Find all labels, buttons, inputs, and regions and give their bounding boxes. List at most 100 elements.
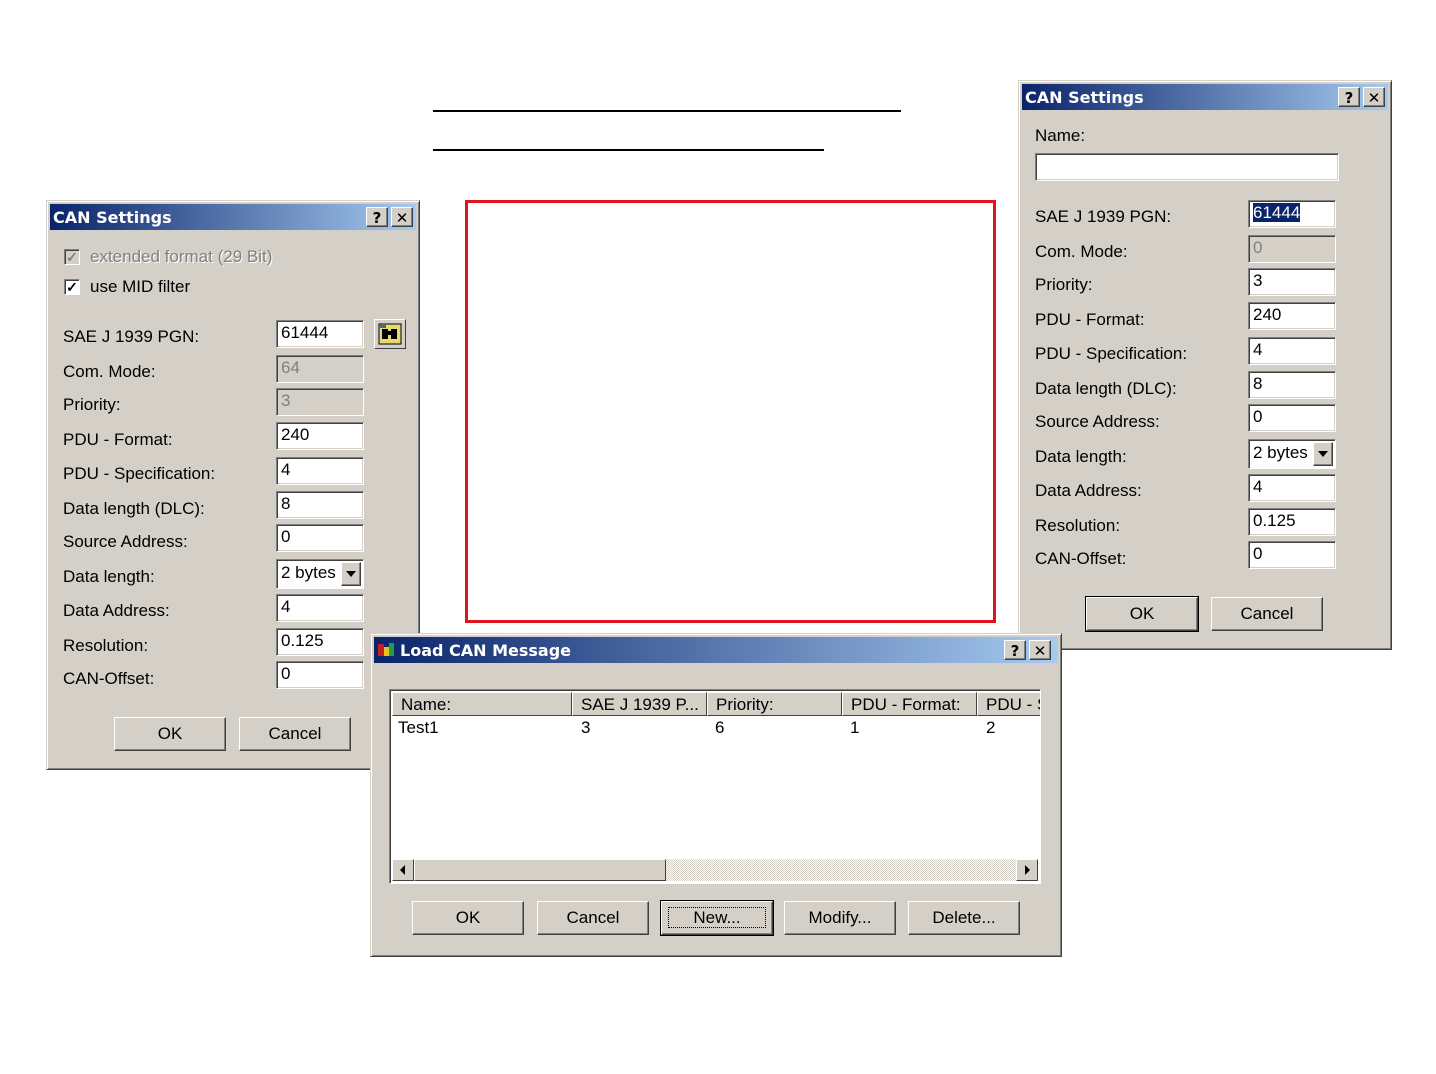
binoculars-icon xyxy=(378,323,402,345)
row-pdu-format-cell: 1 xyxy=(850,718,860,737)
pdu-specification-field[interactable]: 4 xyxy=(1248,337,1336,365)
pgn-field[interactable]: 61444 xyxy=(276,320,364,348)
priority-field[interactable]: 3 xyxy=(1248,268,1336,296)
pdu-format-field[interactable]: 240 xyxy=(276,422,364,450)
cancel-button[interactable]: Cancel xyxy=(537,901,649,935)
row-priority-cell: 6 xyxy=(715,718,725,737)
scroll-right-button[interactable] xyxy=(1016,859,1038,881)
pdu-specification-label: PDU - Specification: xyxy=(1035,344,1188,363)
arrow-right-icon xyxy=(1025,865,1030,875)
source-address-label: Source Address: xyxy=(1035,412,1160,431)
delete-button[interactable]: Delete... xyxy=(908,901,1020,935)
dialog-title: CAN Settings xyxy=(53,208,172,227)
chevron-down-icon[interactable] xyxy=(1313,442,1333,466)
load-can-message-dialog: Load CAN Message ? ✕ Name: SAE J 1939 P.… xyxy=(370,633,1062,957)
pgn-label: SAE J 1939 PGN: xyxy=(1035,207,1172,226)
data-length-label: Data length: xyxy=(63,567,155,586)
dialog-title: Load CAN Message xyxy=(400,641,572,660)
can-offset-label: CAN-Offset: xyxy=(1035,549,1127,568)
dialog-title: CAN Settings xyxy=(1025,88,1144,107)
can-offset-label: CAN-Offset: xyxy=(63,669,155,688)
column-header-priority[interactable]: Priority: xyxy=(707,692,842,716)
chevron-down-icon[interactable] xyxy=(341,562,361,586)
name-field[interactable] xyxy=(1035,153,1339,181)
pdu-format-field[interactable]: 240 xyxy=(1248,302,1336,330)
extended-format-checkbox[interactable]: ✓ xyxy=(64,249,80,265)
pdu-format-label: PDU - Format: xyxy=(63,430,173,449)
mid-filter-label: use MID filter xyxy=(90,277,191,296)
ok-button[interactable]: OK xyxy=(1085,596,1199,632)
row-pgn-cell: 3 xyxy=(581,718,591,737)
new-button-label: New... xyxy=(668,907,766,928)
extended-format-label: extended format (29 Bit) xyxy=(90,247,273,266)
header-rule-1 xyxy=(433,110,901,112)
resolution-label: Resolution: xyxy=(63,636,149,655)
horizontal-scrollbar[interactable] xyxy=(392,859,1038,881)
can-offset-field[interactable]: 0 xyxy=(1248,541,1336,569)
source-address-field[interactable]: 0 xyxy=(276,524,364,552)
row-name-cell: Test1 xyxy=(398,718,439,737)
com-mode-label: Com. Mode: xyxy=(1035,242,1128,261)
data-address-field[interactable]: 4 xyxy=(1248,474,1336,502)
data-length-label: Data length: xyxy=(1035,447,1127,466)
column-header-name[interactable]: Name: xyxy=(392,692,572,716)
data-address-label: Data Address: xyxy=(63,601,170,620)
source-address-label: Source Address: xyxy=(63,532,188,551)
title-bar: CAN Settings ? ✕ xyxy=(50,204,416,230)
name-label: Name: xyxy=(1035,126,1086,145)
arrow-left-icon xyxy=(400,865,405,875)
resolution-label: Resolution: xyxy=(1035,516,1121,535)
priority-label: Priority: xyxy=(1035,275,1093,294)
mid-filter-checkbox[interactable]: ✓ xyxy=(64,279,80,295)
pdu-specification-field[interactable]: 4 xyxy=(276,457,364,485)
help-button[interactable]: ? xyxy=(1004,640,1026,660)
help-button[interactable]: ? xyxy=(1338,87,1360,107)
pdu-format-label: PDU - Format: xyxy=(1035,310,1145,329)
pdu-specification-label: PDU - Specification: xyxy=(63,464,216,483)
dlc-field[interactable]: 8 xyxy=(276,491,364,519)
scroll-thumb[interactable] xyxy=(414,859,666,881)
cancel-button[interactable]: Cancel xyxy=(1211,597,1323,631)
data-address-field[interactable]: 4 xyxy=(276,594,364,622)
pgn-value-selected: 61444 xyxy=(1253,203,1301,222)
help-button[interactable]: ? xyxy=(366,207,388,227)
dlc-field[interactable]: 8 xyxy=(1248,371,1336,399)
pgn-label: SAE J 1939 PGN: xyxy=(63,327,200,346)
red-frame xyxy=(465,200,996,623)
close-button[interactable]: ✕ xyxy=(1029,640,1051,660)
scroll-left-button[interactable] xyxy=(392,859,414,881)
modify-button[interactable]: Modify... xyxy=(784,901,896,935)
source-address-field[interactable]: 0 xyxy=(1248,404,1336,432)
close-button[interactable]: ✕ xyxy=(391,207,413,227)
column-header-pdu-format[interactable]: PDU - Format: xyxy=(842,692,977,716)
ok-button[interactable]: OK xyxy=(114,717,226,751)
resolution-field[interactable]: 0.125 xyxy=(1248,508,1336,536)
column-header-pdu-spec[interactable]: PDU - S xyxy=(977,692,1040,716)
ok-button[interactable]: OK xyxy=(412,901,524,935)
column-header-pgn[interactable]: SAE J 1939 P... xyxy=(572,692,707,716)
can-settings-dialog-right: CAN Settings ? ✕ Name: SAE J 1939 PGN: 6… xyxy=(1018,80,1392,650)
pgn-lookup-button[interactable] xyxy=(374,319,406,349)
com-mode-field: 0 xyxy=(1248,235,1336,263)
com-mode-label: Com. Mode: xyxy=(63,362,156,381)
row-pdu-spec-cell: 2 xyxy=(986,718,996,737)
can-offset-field[interactable]: 0 xyxy=(276,661,364,689)
header-rule-2 xyxy=(433,149,824,151)
data-length-select[interactable]: 2 bytes xyxy=(276,559,364,589)
data-length-value: 2 bytes xyxy=(281,563,336,582)
title-bar: Load CAN Message ? ✕ xyxy=(374,637,1058,663)
dlc-label: Data length (DLC): xyxy=(63,499,205,518)
can-settings-dialog-left: CAN Settings ? ✕ ✓ extended format (29 B… xyxy=(46,200,420,770)
priority-label: Priority: xyxy=(63,395,121,414)
message-list[interactable]: Name: SAE J 1939 P... Priority: PDU - Fo… xyxy=(389,689,1041,884)
cancel-button[interactable]: Cancel xyxy=(239,717,351,751)
data-length-select[interactable]: 2 bytes xyxy=(1248,439,1336,469)
title-bar: CAN Settings ? ✕ xyxy=(1022,84,1388,110)
data-length-value: 2 bytes xyxy=(1253,443,1308,462)
com-mode-field: 64 xyxy=(276,355,364,383)
close-button[interactable]: ✕ xyxy=(1363,87,1385,107)
dlc-label: Data length (DLC): xyxy=(1035,379,1177,398)
pgn-field[interactable]: 61444 xyxy=(1248,200,1336,228)
resolution-field[interactable]: 0.125 xyxy=(276,628,364,656)
new-button[interactable]: New... xyxy=(660,900,774,936)
